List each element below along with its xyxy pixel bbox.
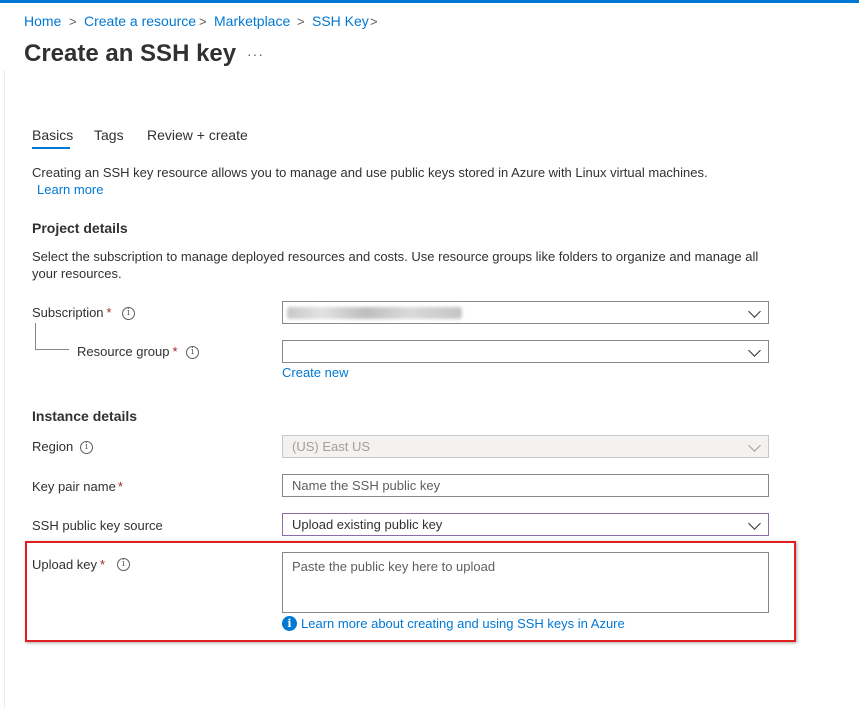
required-asterisk: * <box>172 344 178 359</box>
page-title: Create an SSH key <box>24 40 237 67</box>
tab-basics[interactable]: Basics <box>32 127 73 143</box>
tree-connector <box>35 349 69 350</box>
chevron-right-icon: > <box>199 14 207 29</box>
info-filled-icon: i <box>282 616 297 631</box>
key-pair-name-label: Key pair name * <box>32 479 123 494</box>
tab-review-create[interactable]: Review + create <box>147 127 248 143</box>
subscription-dropdown[interactable] <box>282 301 769 324</box>
key-pair-name-input[interactable]: Name the SSH public key <box>282 474 769 497</box>
tab-tags[interactable]: Tags <box>94 127 124 143</box>
resource-group-dropdown[interactable] <box>282 340 769 363</box>
ssh-key-source-dropdown[interactable]: Upload existing public key <box>282 513 769 536</box>
required-asterisk: * <box>100 557 106 572</box>
subscription-label-text: Subscription <box>32 305 104 320</box>
info-icon[interactable]: i <box>186 346 199 359</box>
chevron-down-icon <box>748 344 761 357</box>
chevron-down-icon <box>748 305 761 318</box>
redacted-subscription-value <box>287 307 462 319</box>
breadcrumb-home[interactable]: Home <box>24 13 61 29</box>
info-icon[interactable]: i <box>80 441 93 454</box>
project-details-description: Select the subscription to manage deploy… <box>32 249 759 281</box>
active-tab-indicator <box>32 147 70 149</box>
info-icon[interactable]: i <box>122 307 135 320</box>
breadcrumb-create-resource[interactable]: Create a resource <box>84 13 196 29</box>
upload-key-label: Upload key * <box>32 557 105 572</box>
instance-details-heading: Instance details <box>32 408 138 424</box>
region-dropdown[interactable]: (US) East US <box>282 435 769 458</box>
upload-key-textarea[interactable]: Paste the public key here to upload <box>282 552 769 613</box>
learn-more-link[interactable]: Learn more <box>37 182 103 197</box>
breadcrumb-ssh-key[interactable]: SSH Key <box>312 13 369 29</box>
required-asterisk: * <box>117 479 123 494</box>
ssh-key-source-label: SSH public key source <box>32 518 163 533</box>
more-options-icon[interactable]: ··· <box>247 46 264 62</box>
chevron-right-icon: > <box>69 14 77 29</box>
resource-group-label: Resource group * <box>77 344 178 359</box>
key-pair-name-label-text: Key pair name <box>32 479 116 494</box>
left-divider <box>4 70 5 708</box>
project-details-heading: Project details <box>32 220 128 236</box>
chevron-right-icon: > <box>370 14 378 29</box>
create-new-link[interactable]: Create new <box>282 365 348 380</box>
intro-text: Creating an SSH key resource allows you … <box>32 165 708 180</box>
region-value: (US) East US <box>292 439 371 454</box>
region-label: Region <box>32 439 74 454</box>
top-accent-bar <box>0 0 859 3</box>
subscription-label: Subscription * <box>32 305 112 320</box>
tree-connector <box>35 323 36 350</box>
ssh-key-source-value: Upload existing public key <box>292 517 443 532</box>
chevron-down-icon <box>748 517 761 530</box>
resource-group-label-text: Resource group <box>77 344 170 359</box>
info-icon[interactable]: i <box>117 558 130 571</box>
upload-key-label-text: Upload key <box>32 557 98 572</box>
chevron-down-icon <box>748 439 761 452</box>
breadcrumb-marketplace[interactable]: Marketplace <box>214 13 290 29</box>
chevron-right-icon: > <box>297 14 305 29</box>
ssh-keys-learn-more-link[interactable]: Learn more about creating and using SSH … <box>301 616 625 631</box>
required-asterisk: * <box>106 305 112 320</box>
